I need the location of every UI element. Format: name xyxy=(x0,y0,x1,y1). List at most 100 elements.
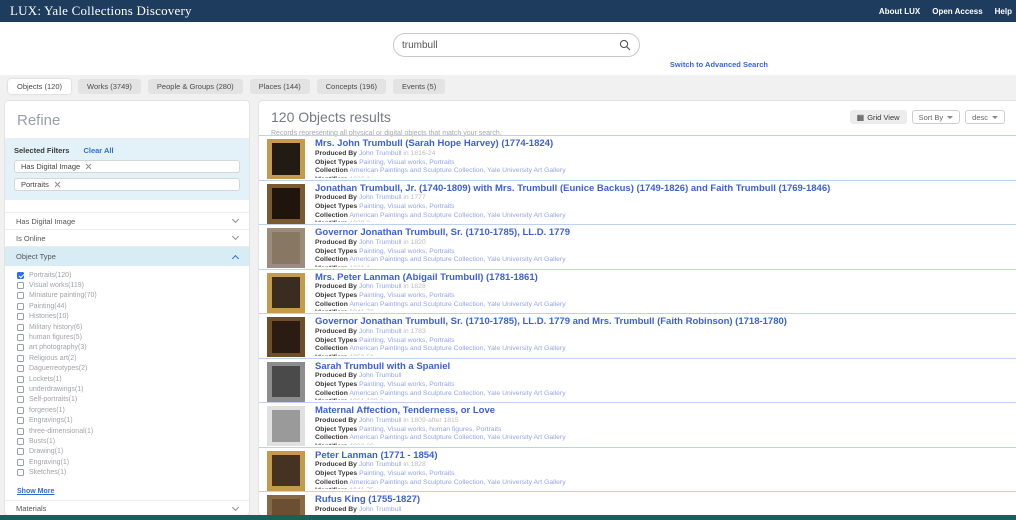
result-row[interactable]: Governor Jonathan Trumbull, Sr. (1710-17… xyxy=(259,224,1016,269)
checkbox[interactable] xyxy=(17,292,24,299)
result-title-link[interactable]: Governor Jonathan Trumbull, Sr. (1710-17… xyxy=(315,228,1013,239)
object-type-option[interactable]: forgeries(1) xyxy=(5,405,249,415)
result-thumbnail[interactable] xyxy=(267,228,305,268)
artist-link[interactable]: John Trumbull xyxy=(359,417,402,424)
result-title-link[interactable]: Jonathan Trumbull, Jr. (1740-1809) with … xyxy=(315,184,1013,195)
result-title-link[interactable]: Peter Lanman (1771 - 1854) xyxy=(315,451,1013,462)
result-title-link[interactable]: Rufus King (1755-1827) xyxy=(315,495,1013,506)
result-thumbnail[interactable] xyxy=(267,139,305,179)
remove-filter-icon[interactable] xyxy=(85,163,92,170)
result-thumbnail[interactable] xyxy=(267,317,305,357)
filter-chip[interactable]: Portraits xyxy=(14,178,240,191)
collection-link[interactable]: American Paintings and Sculpture Collect… xyxy=(349,345,565,352)
object-types-links[interactable]: Painting, Visual works, Portraits xyxy=(359,470,454,477)
artist-link[interactable]: John Trumbull xyxy=(359,506,402,513)
result-row[interactable]: Peter Lanman (1771 - 1854) Produced By J… xyxy=(259,447,1016,492)
object-type-option[interactable]: Daguerreotypes(2) xyxy=(5,364,249,374)
result-thumbnail[interactable] xyxy=(267,273,305,313)
checkbox[interactable] xyxy=(17,324,24,331)
checkbox[interactable] xyxy=(17,344,24,351)
checkbox[interactable] xyxy=(17,459,24,466)
top-nav-link[interactable]: Open Access xyxy=(932,7,982,16)
search-input[interactable] xyxy=(402,40,619,51)
result-title-link[interactable]: Mrs. John Trumbull (Sarah Hope Harvey) (… xyxy=(315,139,1013,150)
tab-places[interactable]: Places (144) xyxy=(250,79,310,94)
artist-link[interactable]: John Trumbull xyxy=(359,283,402,290)
filter-chip[interactable]: Has Digital Image xyxy=(14,160,240,173)
collection-link[interactable]: American Paintings and Sculpture Collect… xyxy=(349,390,565,397)
checkbox[interactable] xyxy=(17,438,24,445)
object-type-option[interactable]: Miniature painting(70) xyxy=(5,291,249,301)
tab-objects[interactable]: Objects (120) xyxy=(8,79,71,94)
checkbox[interactable] xyxy=(17,282,24,289)
object-type-option[interactable]: Painting(44) xyxy=(5,301,249,311)
result-row[interactable]: Maternal Affection, Tenderness, or Love … xyxy=(259,402,1016,447)
show-more-link[interactable]: Show More xyxy=(17,488,54,495)
object-type-option[interactable]: Religious art(2) xyxy=(5,353,249,363)
checkbox[interactable] xyxy=(17,365,24,372)
advanced-search-link[interactable]: Switch to Advanced Search xyxy=(670,60,768,69)
result-thumbnail[interactable] xyxy=(267,184,305,224)
tab-concepts[interactable]: Concepts (196) xyxy=(317,79,386,94)
object-type-option[interactable]: three-dimensional(1) xyxy=(5,426,249,436)
checkbox[interactable] xyxy=(17,396,24,403)
checkbox[interactable] xyxy=(17,313,24,320)
checkbox[interactable] xyxy=(17,303,24,310)
checkbox[interactable] xyxy=(17,272,24,279)
object-type-option[interactable]: Engraving(1) xyxy=(5,457,249,467)
tab-people-groups[interactable]: People & Groups (280) xyxy=(148,79,243,94)
result-row[interactable]: Jonathan Trumbull, Jr. (1740-1809) with … xyxy=(259,180,1016,225)
object-types-links[interactable]: Painting, Visual works, Portraits xyxy=(359,337,454,344)
checkbox[interactable] xyxy=(17,376,24,383)
checkbox[interactable] xyxy=(17,407,24,414)
object-types-links[interactable]: Painting, Visual works, Portraits xyxy=(359,292,454,299)
object-types-links[interactable]: Painting, Visual works, Portraits xyxy=(359,203,454,210)
object-type-option[interactable]: underdrawings(1) xyxy=(5,384,249,394)
grid-view-button[interactable]: ▦ Grid View xyxy=(850,110,907,124)
accordion[interactable]: Is Online xyxy=(5,229,249,246)
artist-link[interactable]: John Trumbull xyxy=(359,194,402,201)
object-types-links[interactable]: Painting, Visual works, human figures, P… xyxy=(359,426,501,433)
top-nav-link[interactable]: About LUX xyxy=(879,7,920,16)
result-row[interactable]: Mrs. John Trumbull (Sarah Hope Harvey) (… xyxy=(259,135,1016,180)
checkbox[interactable] xyxy=(17,386,24,393)
sort-by-dropdown[interactable]: Sort By xyxy=(912,110,961,124)
object-type-option[interactable]: Self-portraits(1) xyxy=(5,395,249,405)
object-type-option[interactable]: Military history(6) xyxy=(5,322,249,332)
result-title-link[interactable]: Governor Jonathan Trumbull, Sr. (1710-17… xyxy=(315,317,1013,328)
result-title-link[interactable]: Mrs. Peter Lanman (Abigail Trumbull) (17… xyxy=(315,273,1013,284)
checkbox[interactable] xyxy=(17,469,24,476)
artist-link[interactable]: John Trumbull xyxy=(359,239,402,246)
artist-link[interactable]: John Trumbull xyxy=(359,150,402,157)
object-types-links[interactable]: Painting, Visual works, Portraits xyxy=(359,381,454,388)
collection-link[interactable]: American Paintings and Sculpture Collect… xyxy=(349,434,565,441)
object-type-option[interactable]: human figures(5) xyxy=(5,332,249,342)
top-nav-link[interactable]: Help xyxy=(995,7,1012,16)
result-row[interactable]: Mrs. Peter Lanman (Abigail Trumbull) (17… xyxy=(259,269,1016,314)
object-type-option[interactable]: Visual works(119) xyxy=(5,280,249,290)
result-row[interactable]: Governor Jonathan Trumbull, Sr. (1710-17… xyxy=(259,313,1016,358)
object-type-option[interactable]: art photography(3) xyxy=(5,343,249,353)
accordion-object-type[interactable]: Object Type xyxy=(5,246,249,266)
collection-link[interactable]: American Paintings and Sculpture Collect… xyxy=(349,479,565,486)
result-thumbnail[interactable] xyxy=(267,451,305,491)
clear-all-link[interactable]: Clear All xyxy=(83,146,113,155)
accordion[interactable]: Has Digital Image xyxy=(5,212,249,229)
result-row[interactable]: Rufus King (1755-1827) Produced By John … xyxy=(259,491,1016,516)
checkbox[interactable] xyxy=(17,428,24,435)
result-thumbnail[interactable] xyxy=(267,362,305,402)
object-type-option[interactable]: Lockets(1) xyxy=(5,374,249,384)
result-thumbnail[interactable] xyxy=(267,495,305,516)
sort-direction-dropdown[interactable]: desc xyxy=(965,110,1005,124)
result-thumbnail[interactable] xyxy=(267,406,305,446)
object-types-links[interactable]: Painting, Visual works, Portraits xyxy=(359,159,454,166)
object-type-option[interactable]: Busts(1) xyxy=(5,436,249,446)
object-type-option[interactable]: Histories(10) xyxy=(5,312,249,322)
result-row[interactable]: Sarah Trumbull with a Spaniel Produced B… xyxy=(259,358,1016,403)
checkbox[interactable] xyxy=(17,448,24,455)
tab-works[interactable]: Works (3749) xyxy=(78,79,141,94)
object-type-option[interactable]: Portraits(120) xyxy=(5,270,249,280)
object-types-links[interactable]: Painting, Visual works, Portraits xyxy=(359,248,454,255)
checkbox[interactable] xyxy=(17,334,24,341)
checkbox[interactable] xyxy=(17,417,24,424)
